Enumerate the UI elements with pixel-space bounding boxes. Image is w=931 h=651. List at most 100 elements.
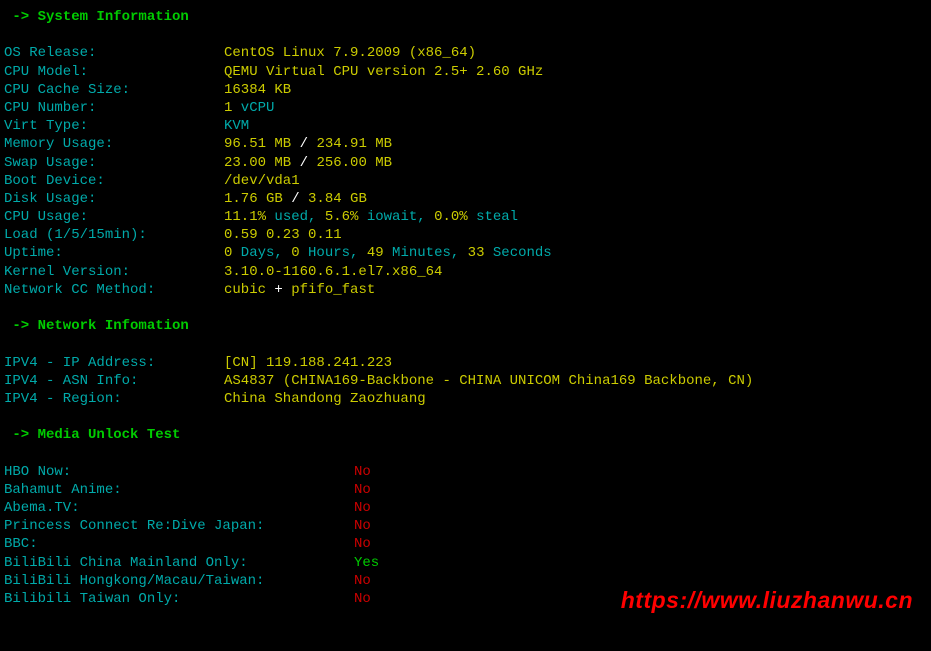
netcc-sep: + (266, 282, 291, 298)
bahamut-value: No (354, 481, 371, 499)
cpu-usage-iowait: 5.6% (325, 209, 359, 225)
bilibili-cn-row: BiliBili China Mainland Only: Yes (4, 554, 927, 572)
hbo-row: HBO Now: No (4, 463, 927, 481)
blank-line (4, 299, 927, 317)
memory-used: 96.51 MB (224, 136, 291, 152)
ipv4-asn-label: IPV4 - ASN Info: (4, 372, 224, 390)
virt-type-value: KVM (224, 117, 249, 135)
netcc-label: Network CC Method: (4, 281, 224, 299)
ipv4-addr-label: IPV4 - IP Address: (4, 354, 224, 372)
abema-label: Abema.TV: (4, 499, 354, 517)
swap-row: Swap Usage: 23.00 MB / 256.00 MB (4, 154, 927, 172)
disk-label: Disk Usage: (4, 190, 224, 208)
blank-line (4, 335, 927, 353)
hbo-value: No (354, 463, 371, 481)
swap-used: 23.00 MB (224, 155, 291, 171)
os-release-value: CentOS Linux 7.9.2009 (x86_64) (224, 44, 476, 62)
bbc-label: BBC: (4, 535, 354, 553)
load-value: 0.59 0.23 0.11 (224, 226, 342, 244)
ipv4-asn-value: (CHINA169-Backbone - CHINA UNICOM China1… (274, 373, 753, 389)
bahamut-row: Bahamut Anime: No (4, 481, 927, 499)
boot-label: Boot Device: (4, 172, 224, 190)
ipv4-addr-cc: [CN] (224, 355, 266, 371)
uptime-seconds: 33 (468, 245, 485, 261)
bahamut-label: Bahamut Anime: (4, 481, 354, 499)
uptime-hours-suffix: Hours, (300, 245, 367, 261)
boot-value: /dev/vda1 (224, 172, 300, 190)
netcc-main: cubic (224, 282, 266, 298)
kernel-value: 3.10.0-1160.6.1.el7.x86_64 (224, 263, 442, 281)
netcc-qdisc: pfifo_fast (291, 282, 375, 298)
cpu-cache-value: 16384 KB (224, 81, 291, 99)
blank-line (4, 408, 927, 426)
section-header-media: -> Media Unlock Test (4, 426, 927, 444)
cpu-usage-steal-suffix: steal (468, 209, 518, 225)
blank-line (4, 445, 927, 463)
uptime-seconds-suffix: Seconds (484, 245, 551, 261)
hbo-label: HBO Now: (4, 463, 354, 481)
cpu-usage-used: 11.1% (224, 209, 266, 225)
cpu-model-row: CPU Model: QEMU Virtual CPU version 2.5+… (4, 63, 927, 81)
ipv4-region-value: China Shandong Zaozhuang (224, 390, 426, 408)
bilibili-hk-label: BiliBili Hongkong/Macau/Taiwan: (4, 572, 354, 590)
cpu-number-label: CPU Number: (4, 99, 224, 117)
virt-type-row: Virt Type: KVM (4, 117, 927, 135)
swap-total: 256.00 MB (316, 155, 392, 171)
watermark-text: https://www.liuzhanwu.cn (621, 586, 913, 616)
kernel-row: Kernel Version: 3.10.0-1160.6.1.el7.x86_… (4, 263, 927, 281)
princess-label: Princess Connect Re:Dive Japan: (4, 517, 354, 535)
ipv4-asn-num: AS4837 (224, 373, 274, 389)
load-label: Load (1/5/15min): (4, 226, 224, 244)
section-header-netinfo: -> Network Infomation (4, 317, 927, 335)
section-header-sysinfo: -> System Information (4, 8, 927, 26)
ipv4-addr-row: IPV4 - IP Address: [CN] 119.188.241.223 (4, 354, 927, 372)
cpu-cache-row: CPU Cache Size: 16384 KB (4, 81, 927, 99)
ipv4-addr-value: 119.188.241.223 (266, 355, 392, 371)
uptime-days-suffix: Days, (232, 245, 291, 261)
memory-row: Memory Usage: 96.51 MB / 234.91 MB (4, 135, 927, 153)
uptime-minutes: 49 (367, 245, 384, 261)
abema-value: No (354, 499, 371, 517)
cpu-usage-row: CPU Usage: 11.1% used, 5.6% iowait, 0.0%… (4, 208, 927, 226)
cpu-usage-steal: 0.0% (434, 209, 468, 225)
uptime-label: Uptime: (4, 244, 224, 262)
bilibili-cn-label: BiliBili China Mainland Only: (4, 554, 354, 572)
cpu-number-row: CPU Number: 1 vCPU (4, 99, 927, 117)
os-release-row: OS Release: CentOS Linux 7.9.2009 (x86_6… (4, 44, 927, 62)
cpu-usage-iowait-suffix: iowait, (358, 209, 434, 225)
memory-total: 234.91 MB (316, 136, 392, 152)
blank-line (4, 26, 927, 44)
kernel-label: Kernel Version: (4, 263, 224, 281)
disk-total: 3.84 GB (308, 191, 367, 207)
boot-row: Boot Device: /dev/vda1 (4, 172, 927, 190)
disk-used: 1.76 GB (224, 191, 283, 207)
ipv4-asn-row: IPV4 - ASN Info: AS4837 (CHINA169-Backbo… (4, 372, 927, 390)
os-release-label: OS Release: (4, 44, 224, 62)
swap-sep: / (291, 155, 316, 171)
memory-label: Memory Usage: (4, 135, 224, 153)
abema-row: Abema.TV: No (4, 499, 927, 517)
virt-type-label: Virt Type: (4, 117, 224, 135)
disk-row: Disk Usage: 1.76 GB / 3.84 GB (4, 190, 927, 208)
disk-sep: / (283, 191, 308, 207)
bilibili-tw-value: No (354, 590, 371, 608)
princess-value: No (354, 517, 371, 535)
uptime-hours: 0 (291, 245, 299, 261)
cpu-number-suffix: vCPU (232, 100, 274, 116)
princess-row: Princess Connect Re:Dive Japan: No (4, 517, 927, 535)
cpu-usage-label: CPU Usage: (4, 208, 224, 226)
bilibili-tw-label: Bilibili Taiwan Only: (4, 590, 354, 608)
swap-label: Swap Usage: (4, 154, 224, 172)
bilibili-hk-value: No (354, 572, 371, 590)
uptime-minutes-suffix: Minutes, (384, 245, 468, 261)
cpu-model-value: QEMU Virtual CPU version 2.5+ 2.60 GHz (224, 63, 543, 81)
uptime-row: Uptime: 0 Days, 0 Hours, 49 Minutes, 33 … (4, 244, 927, 262)
cpu-usage-used-suffix: used, (266, 209, 325, 225)
load-row: Load (1/5/15min): 0.59 0.23 0.11 (4, 226, 927, 244)
bbc-value: No (354, 535, 371, 553)
ipv4-region-label: IPV4 - Region: (4, 390, 224, 408)
ipv4-region-row: IPV4 - Region: China Shandong Zaozhuang (4, 390, 927, 408)
memory-sep: / (291, 136, 316, 152)
netcc-row: Network CC Method: cubic + pfifo_fast (4, 281, 927, 299)
bilibili-cn-value: Yes (354, 554, 379, 572)
